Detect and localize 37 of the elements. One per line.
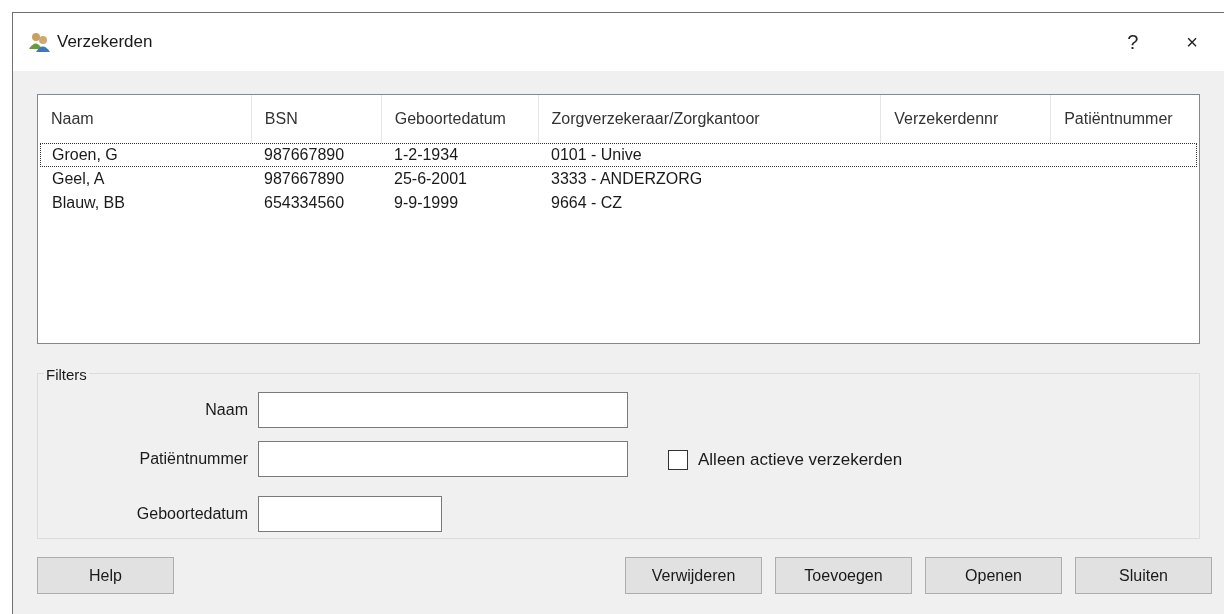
table-cell-text: Blauw, BB	[51, 193, 126, 213]
input-field[interactable]	[258, 441, 628, 477]
table-cell-text: 1-2-1934	[393, 145, 460, 165]
column-header[interactable]: BSN	[251, 95, 382, 143]
field-label: Naam	[204, 400, 248, 420]
table-cell-text: Groen, G	[51, 145, 119, 165]
input-field[interactable]	[258, 392, 628, 428]
dialog-button[interactable]: Openen	[925, 557, 1062, 594]
input-field[interactable]	[258, 496, 442, 532]
help-button[interactable]: ?	[1121, 27, 1145, 57]
table-cell-text: 0101 - Unive	[550, 145, 643, 165]
table-row[interactable]: Blauw, BB 654334560 9-9-1999 9664 - CZ	[40, 191, 1197, 215]
dialog-button[interactable]: Sluiten	[1075, 557, 1212, 594]
table-cell-text: 25-6-2001	[393, 169, 468, 189]
column-header[interactable]: Zorgverzekeraar/Zorgkantoor	[538, 95, 882, 143]
checkbox[interactable]: Alleen actieve verzekerden	[668, 449, 903, 471]
field-label: Patiëntnummer	[138, 449, 248, 469]
dialog-button[interactable]: Toevoegen	[775, 557, 912, 594]
column-header[interactable]: Verzekerdennr	[881, 95, 1052, 143]
table-cell-text: 987667890	[263, 145, 346, 165]
table-row[interactable]: Groen, G 987667890 1-2-1934 0101 - Unive	[40, 143, 1197, 167]
column-header[interactable]: Patiëntnummer	[1051, 95, 1199, 143]
window-title: Verzekerden	[57, 31, 153, 54]
close-button[interactable]: ×	[1180, 27, 1204, 57]
column-header[interactable]: Naam	[38, 95, 252, 143]
field-label: Geboortedatum	[135, 504, 248, 524]
table-cell-text: 9-9-1999	[393, 193, 460, 213]
dialog-button[interactable]: Help	[37, 557, 174, 594]
table-cell-text: 9664 - CZ	[550, 193, 624, 213]
table-cell-text: 654334560	[263, 193, 346, 213]
table-row[interactable]: Geel, A 987667890 25-6-2001 3333 - ANDERZORG	[40, 167, 1197, 191]
column-header[interactable]: Geboortedatum	[381, 95, 539, 143]
table-cell-text: 3333 - ANDERZORG	[550, 169, 704, 189]
people-icon	[29, 32, 51, 52]
table-cell-text: Geel, A	[51, 169, 106, 189]
dialog-button[interactable]: Verwijderen	[625, 557, 762, 594]
table-cell-text: 987667890	[263, 169, 346, 189]
